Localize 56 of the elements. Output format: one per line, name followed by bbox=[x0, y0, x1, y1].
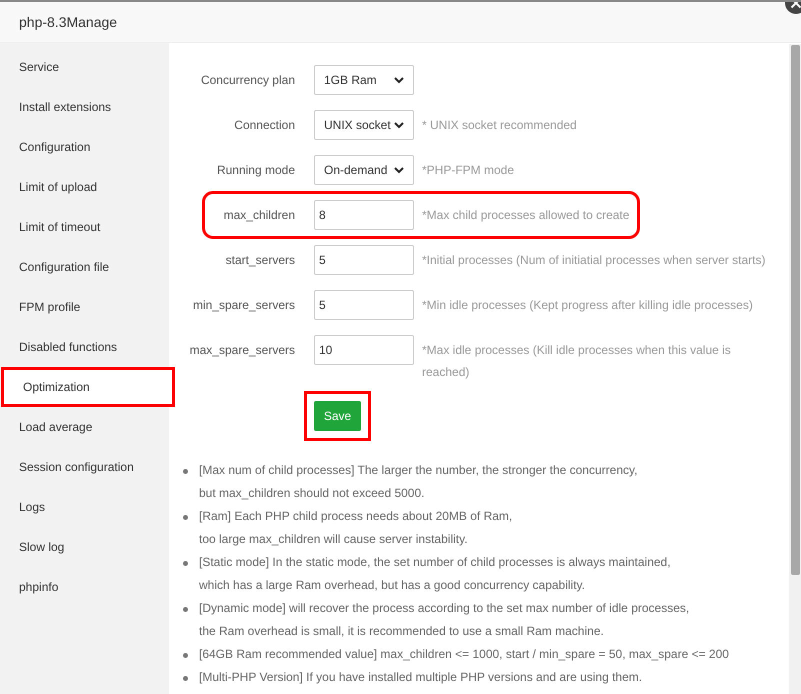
select-dropdown[interactable]: On-demand bbox=[314, 155, 414, 185]
bullet-icon bbox=[183, 653, 188, 658]
field-hint: *Initial processes (Num of initiatial processes when server starts) bbox=[421, 252, 766, 269]
sidebar-item[interactable]: Limit of upload bbox=[0, 167, 169, 207]
bullet-icon bbox=[183, 561, 188, 566]
sidebar-item[interactable]: Logs bbox=[0, 487, 169, 527]
field-label: max_children bbox=[222, 207, 296, 224]
input-field[interactable]: 5 bbox=[314, 290, 414, 320]
select-dropdown[interactable]: UNIX socket bbox=[314, 110, 414, 140]
field-hint: * UNIX socket recommended bbox=[421, 117, 577, 134]
sidebar-item[interactable]: Optimization bbox=[1, 367, 175, 407]
field-label: Connection bbox=[233, 117, 296, 134]
field-hint: *Max child processes allowed to create bbox=[421, 207, 630, 224]
sidebar-item[interactable]: Service bbox=[0, 47, 169, 87]
bullet-icon bbox=[183, 676, 188, 681]
note-text: which has a large Ram overhead, but has a good concurrency capability. bbox=[199, 577, 586, 594]
chevron-down-icon bbox=[394, 166, 404, 174]
sidebar-item[interactable]: Configuration file bbox=[0, 247, 169, 287]
sidebar-item[interactable]: phpinfo bbox=[0, 567, 169, 607]
note-text: too large max_children will cause server instability. bbox=[199, 531, 469, 548]
select-dropdown[interactable]: 1GB Ram bbox=[314, 65, 414, 95]
input-field[interactable]: 5 bbox=[314, 245, 414, 275]
window-title: php-8.3Manage bbox=[19, 12, 118, 32]
bullet-icon bbox=[183, 515, 188, 520]
field-label: max_spare_servers bbox=[188, 342, 296, 359]
sidebar-item[interactable]: Install extensions bbox=[0, 87, 169, 127]
note-text: [Multi-PHP Version] If you have installed multiple PHP versions and are using them. bbox=[199, 669, 642, 686]
input-field[interactable]: 8 bbox=[314, 200, 414, 230]
chevron-down-icon bbox=[394, 76, 404, 84]
sidebar-item[interactable]: Configuration bbox=[0, 127, 169, 167]
sidebar-item[interactable]: Slow log bbox=[0, 527, 169, 567]
note-text: [Static mode] In the static mode, the set number of child processes is always maintained, bbox=[199, 554, 671, 571]
bullet-icon bbox=[183, 469, 188, 474]
note-text: [Dynamic mode] will recover the process according to the set max number of idle processes, bbox=[199, 600, 690, 617]
sidebar-item[interactable]: Limit of timeout bbox=[0, 207, 169, 247]
scrollbar[interactable] bbox=[789, 44, 801, 694]
sidebar-item[interactable]: Session configuration bbox=[0, 447, 169, 487]
sidebar-item[interactable]: Disabled functions bbox=[0, 327, 169, 367]
input-field[interactable]: 10 bbox=[314, 335, 414, 365]
sidebar-item[interactable]: FPM profile bbox=[0, 287, 169, 327]
field-label: Concurrency plan bbox=[200, 72, 296, 89]
field-hint: *PHP-FPM mode bbox=[421, 162, 514, 179]
chevron-down-icon bbox=[394, 122, 404, 128]
note-text: the Ram overhead is small, it is recommended to use a small Ram machine. bbox=[199, 623, 605, 640]
note-text: [64GB Ram recommended value] max_children <= 1000, start / min_spare = 50, max_spare <= 200 bbox=[199, 646, 729, 663]
field-label: Running mode bbox=[216, 162, 296, 179]
sidebar-item[interactable]: Load average bbox=[0, 407, 169, 447]
note-text: [Ram] Each PHP child process needs about 20MB of Ram, bbox=[199, 508, 512, 525]
field-label: min_spare_servers bbox=[192, 297, 296, 314]
scrollbar-thumb[interactable] bbox=[790, 45, 800, 575]
note-text: but max_children should not exceed 5000. bbox=[199, 485, 426, 502]
bullet-icon bbox=[183, 607, 188, 612]
field-hint: *Min idle processes (Kept progress after killing idle processes) bbox=[421, 297, 753, 314]
field-hint: *Max idle processes (Kill idle processes when this value is reached) bbox=[421, 342, 732, 381]
field-label: start_servers bbox=[224, 252, 296, 269]
note-text: [Max num of child processes] The larger the number, the stronger the concurrency, bbox=[199, 462, 638, 479]
